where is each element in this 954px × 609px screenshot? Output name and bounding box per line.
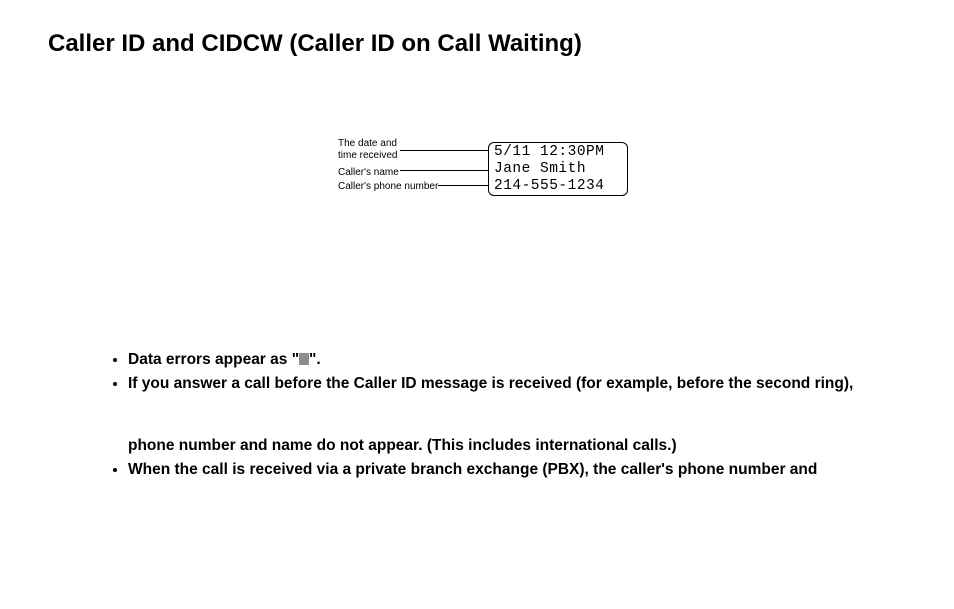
- label-caller-phone: Caller's phone number: [338, 181, 448, 193]
- list-item: Data errors appear as " ".: [128, 348, 924, 372]
- label-caller-name: Caller's name: [338, 167, 418, 179]
- label-date-line2: time received: [338, 150, 397, 161]
- bullet-3: When the call is received via a private …: [128, 461, 817, 478]
- bullet-2-line2: phone number and name do not appear. (Th…: [128, 434, 924, 458]
- bullet-1-pre: Data errors appear as ": [128, 351, 299, 368]
- bullet-2-line1: If you answer a call before the Caller I…: [128, 375, 853, 392]
- leader-line-icon: [400, 150, 488, 151]
- display-datetime: 5/11 12:30PM: [494, 144, 604, 160]
- display-phone: 214-555-1234: [494, 178, 604, 194]
- list-item: If you answer a call before the Caller I…: [128, 372, 924, 458]
- caller-id-display: 5/11 12:30PM Jane Smith 214-555-1234: [488, 142, 628, 196]
- leader-line-icon: [400, 170, 488, 171]
- label-date-time: The date and time received: [338, 138, 408, 162]
- caller-id-diagram: The date and time received Caller's name…: [338, 138, 648, 218]
- list-item: When the call is received via a private …: [128, 458, 924, 482]
- error-block-icon: [299, 353, 309, 365]
- leader-line-icon: [438, 185, 488, 186]
- notes-list: Data errors appear as " ". If you answer …: [104, 348, 924, 482]
- label-date-line1: The date and: [338, 138, 397, 149]
- display-name: Jane Smith: [494, 161, 586, 177]
- page-title: Caller ID and CIDCW (Caller ID on Call W…: [48, 30, 582, 58]
- bullet-1-post: ".: [309, 351, 321, 368]
